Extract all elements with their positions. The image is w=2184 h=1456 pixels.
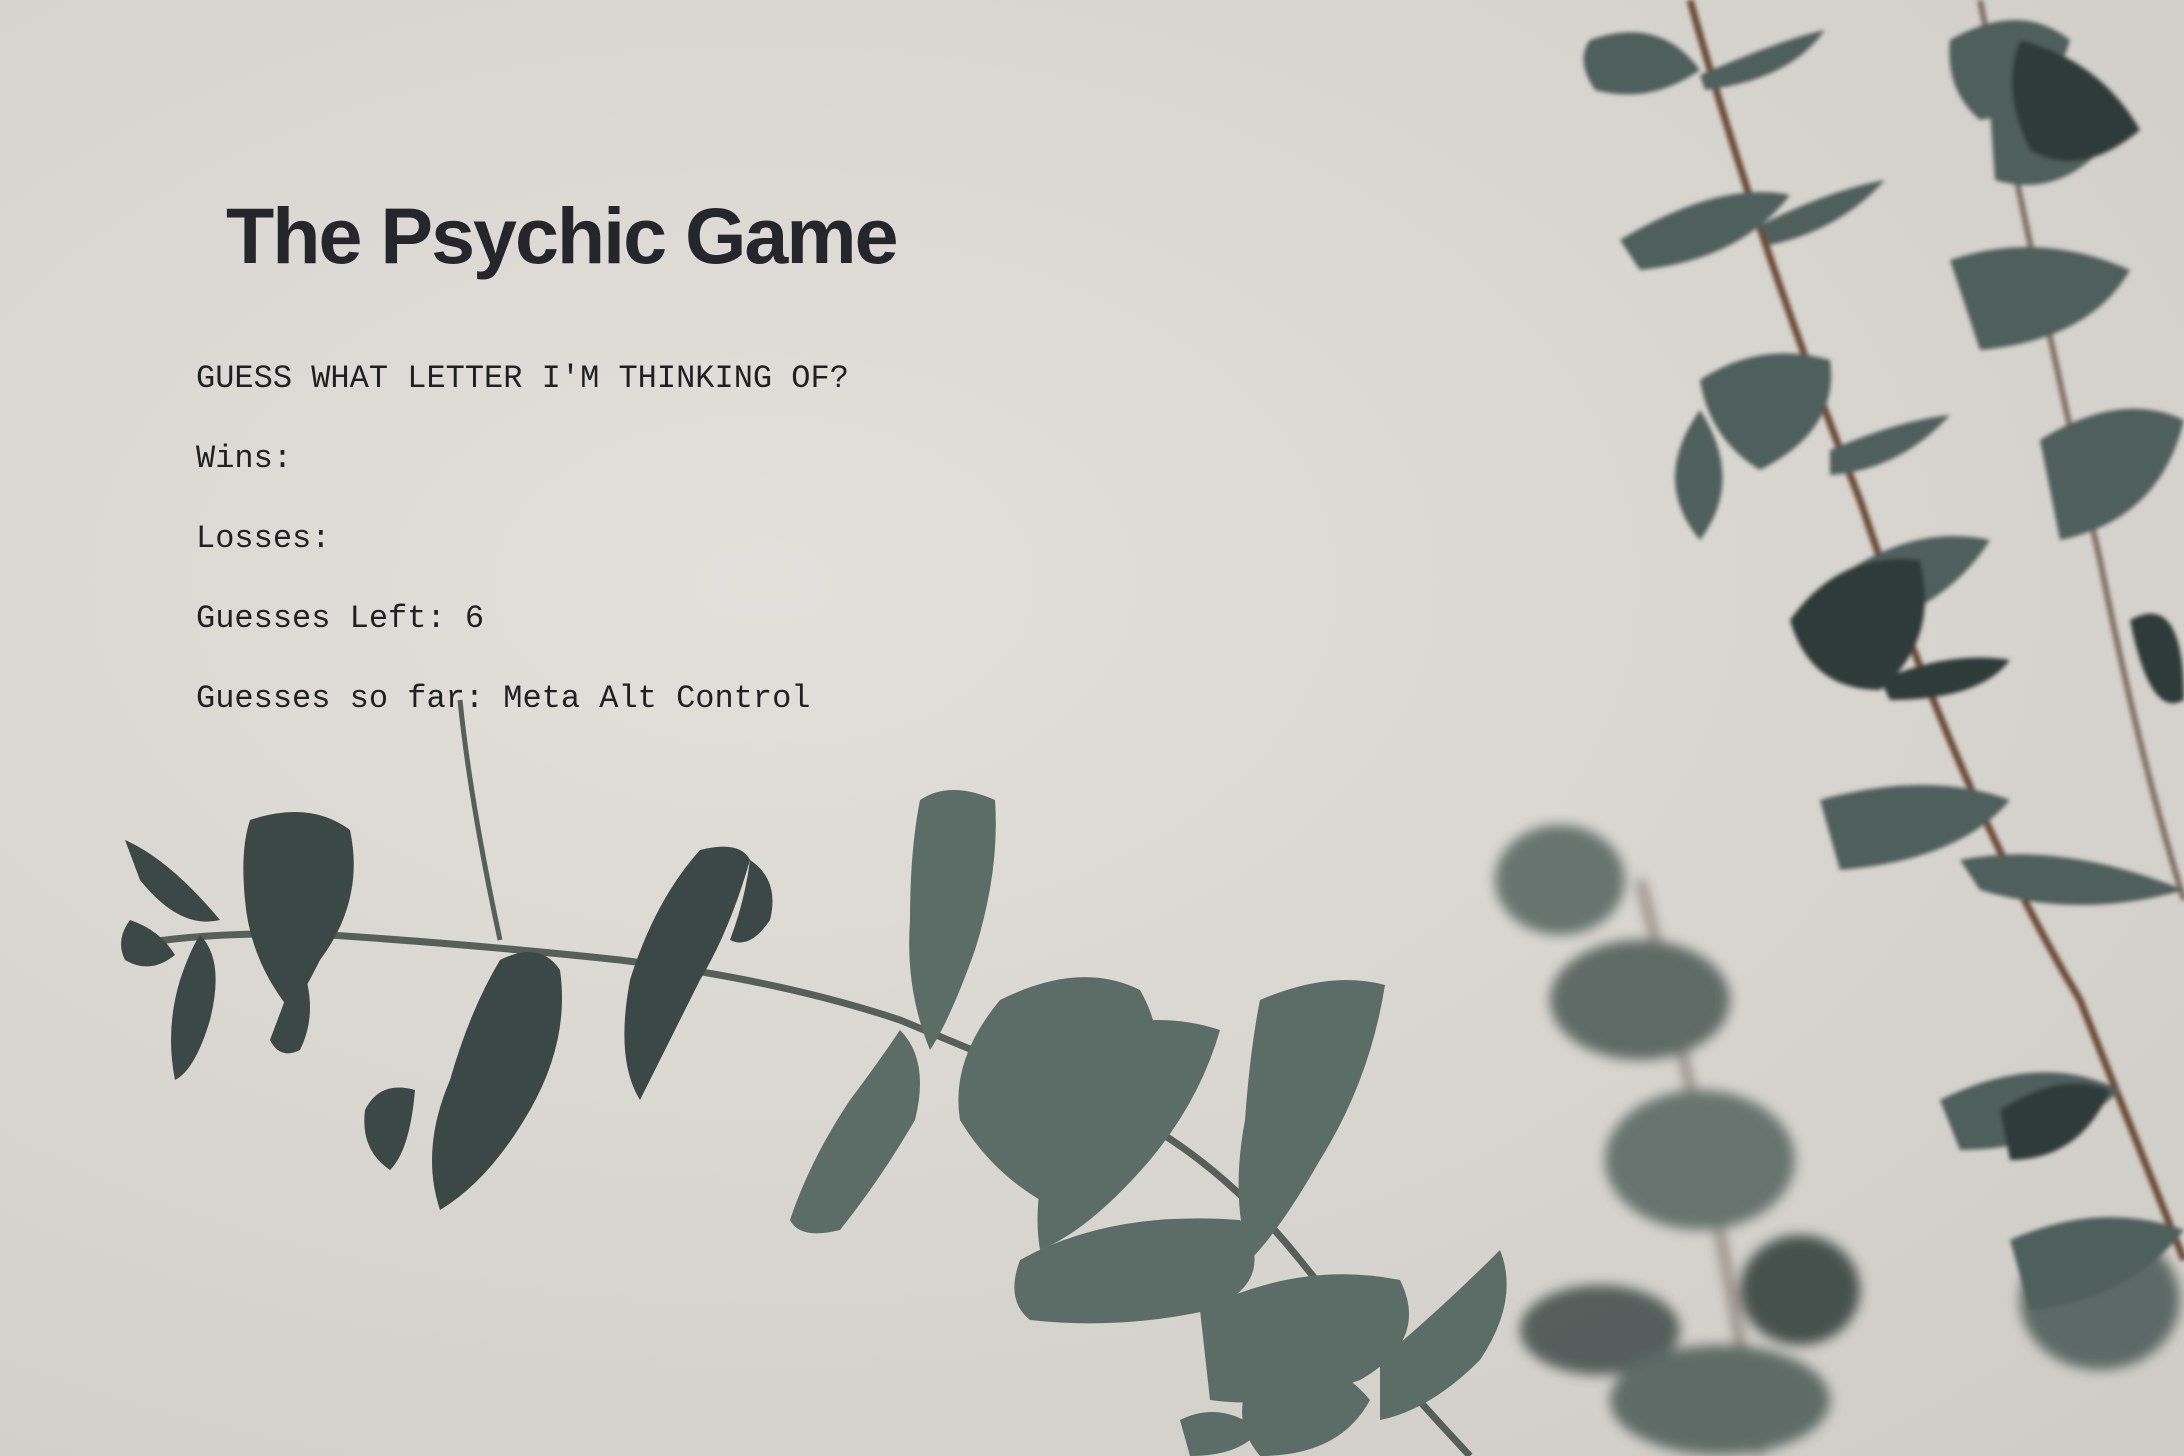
page-title: The Psychic Game <box>226 191 899 280</box>
losses-stat: Losses: <box>196 520 330 557</box>
losses-label: Losses: <box>196 520 331 557</box>
game-prompt: GUESS WHAT LETTER I'M THINKING OF? <box>196 360 849 397</box>
guesses-so-far-value: Meta Alt Control <box>503 680 811 717</box>
wins-stat: Wins: <box>196 440 292 477</box>
guesses-left-label: Guesses Left: <box>196 600 446 637</box>
guesses-so-far-label: Guesses so far: <box>196 680 485 717</box>
blurred-branch-cluster <box>1495 825 2180 1456</box>
guesses-left-stat: Guesses Left: 6 <box>196 600 484 637</box>
guesses-left-value: 6 <box>464 600 485 637</box>
wins-label: Wins: <box>196 440 293 477</box>
guesses-so-far-stat: Guesses so far: Meta Alt Control <box>196 680 811 717</box>
main-branch <box>121 699 1507 1456</box>
